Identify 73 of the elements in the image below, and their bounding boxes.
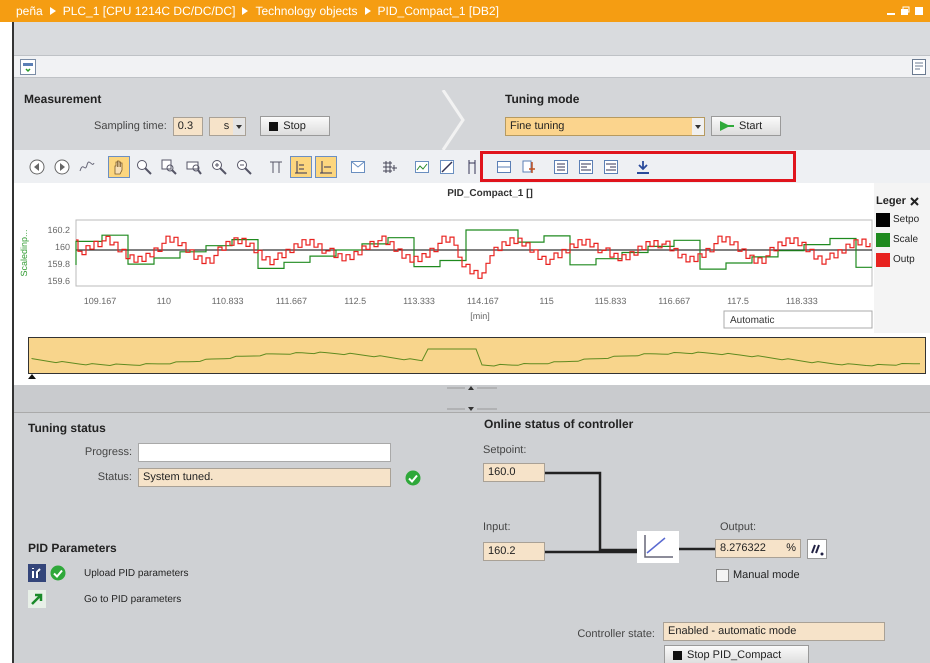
y-axis-label: Scaledinp...	[19, 229, 29, 277]
x-tick-label: 109.167	[84, 296, 116, 306]
x-axis-label: [min]	[470, 311, 490, 321]
manual-mode-checkbox[interactable]	[716, 568, 729, 582]
hand-icon[interactable]	[108, 156, 130, 178]
play-icon	[720, 121, 734, 131]
stop-pid-button[interactable]: Stop PID_Compact	[664, 645, 809, 663]
field-value: 8.276322	[720, 541, 766, 556]
y-tick-label: 159.8	[47, 259, 70, 269]
y-tick-label: 159.6	[47, 276, 70, 286]
x-tick-label: 115.833	[594, 296, 626, 306]
legend-title: Leger	[876, 194, 906, 209]
x-tick-label: 112.5	[344, 296, 366, 306]
field-label: Input:	[483, 520, 511, 535]
input-field: 160.2	[483, 542, 545, 561]
graph-icon[interactable]	[20, 58, 36, 74]
status-field: System tuned.	[138, 468, 391, 487]
x-tick-label: 110.833	[212, 296, 244, 306]
unit-dropdown[interactable]: s	[208, 116, 246, 136]
separator-icon	[50, 7, 56, 15]
legend-label: Scale	[893, 233, 918, 247]
axis-icon[interactable]	[290, 156, 312, 178]
stop-icon	[673, 650, 682, 660]
checkbox-label: Manual mode	[733, 568, 800, 583]
x-tick-label: 118.333	[786, 296, 818, 306]
separator-icon	[242, 7, 248, 15]
x-tick-label: 113.333	[403, 296, 435, 306]
tuning-mode-dropdown[interactable]: Fine tuning	[505, 116, 705, 136]
action-link[interactable]: Upload PID parameters	[84, 566, 188, 580]
stop-button[interactable]: Stop	[260, 116, 330, 136]
field-label: Status:	[96, 470, 132, 486]
splitter-handle-icon[interactable]	[447, 406, 497, 412]
check-icon	[50, 565, 66, 581]
x-tick-label: 114.167	[466, 296, 499, 306]
field-label: Controller state:	[576, 627, 655, 642]
field-label: Sampling time:	[94, 118, 167, 134]
x-tick-label: 110	[156, 296, 171, 306]
field-label: Output:	[720, 520, 756, 535]
controller-block-icon	[637, 531, 679, 563]
legend-label: Setpo	[893, 213, 920, 227]
view-mode-field[interactable]: Automatic	[724, 310, 872, 328]
dropdown-value: Fine tuning	[510, 118, 564, 134]
unit-text: s	[224, 118, 230, 134]
y-tick-label: 160	[54, 242, 70, 252]
action-link[interactable]: Go to PID parameters	[84, 592, 182, 606]
x-tick-label: 111.667	[276, 296, 307, 306]
close-icon[interactable]	[910, 196, 919, 206]
section-title: Tuning mode	[505, 91, 580, 108]
unit-label: %	[786, 541, 796, 556]
start-button[interactable]: Start	[711, 116, 781, 136]
connector-line	[679, 547, 715, 551]
x-tick-label: 115	[539, 296, 554, 306]
setpoint-field: 160.0	[483, 463, 545, 482]
section-title: PID Parameters	[28, 540, 118, 557]
chart-title: PID_Compact_1 []	[447, 188, 533, 199]
splitter-handle-icon[interactable]	[447, 385, 497, 391]
sampling-time-field[interactable]: 0.3	[172, 116, 203, 136]
x-tick-label: 117.5	[727, 296, 749, 306]
field-label: Setpoint:	[483, 443, 526, 458]
panel-icon[interactable]	[912, 58, 926, 74]
stop-icon	[269, 122, 278, 130]
controller-state-field: Enabled - automatic mode	[663, 622, 885, 641]
upload-icon[interactable]	[28, 564, 46, 582]
x-tick-label: 116.667	[658, 296, 690, 306]
legend-label: Outp	[893, 253, 915, 267]
field-label: Progress:	[84, 445, 132, 460]
section-title: Online status of controller	[484, 416, 634, 433]
separator-icon	[364, 7, 371, 15]
y-tick-label: 160.2	[47, 225, 70, 235]
section-title: Tuning status	[28, 420, 107, 437]
section-title: Measurement	[24, 91, 102, 108]
manual-value-icon[interactable]	[807, 539, 827, 559]
axis-icon[interactable]	[315, 156, 337, 178]
